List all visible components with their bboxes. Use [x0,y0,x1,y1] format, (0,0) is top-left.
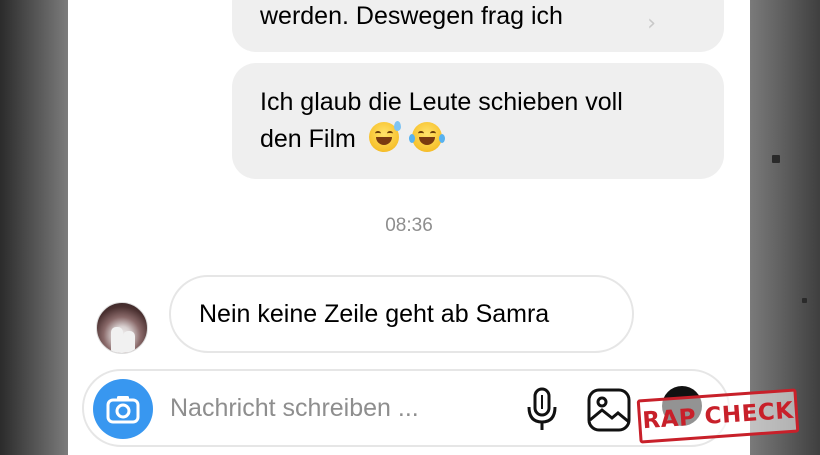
tears-of-joy-emoji [408,122,445,152]
background-speck [772,155,780,163]
message-timestamp: 08:36 [385,215,433,236]
sweat-smile-emoji [368,121,401,152]
message-text: werden. Deswegen frag ich [260,2,563,30]
camera-button[interactable] [93,379,153,439]
camera-icon [106,396,140,424]
background-right [750,0,820,455]
microphone-icon[interactable] [520,387,564,433]
message-bubble-incoming[interactable]: Nein keine Zeile geht ab Samra [169,275,634,353]
background-left [0,0,68,455]
message-text: Nein keine Zeile geht ab Samra [199,300,550,328]
message-text-line: Ich glaub die Leute schieben voll [260,88,623,116]
chevron-right-icon: › [647,11,656,36]
avatar[interactable] [96,302,148,354]
gallery-icon[interactable] [586,387,632,433]
background-speck [802,298,807,303]
message-input[interactable]: Nachricht schreiben ... [170,371,419,445]
message-composer: Nachricht schreiben ... [82,369,730,447]
message-bubble-outgoing[interactable]: werden. Deswegen frag ich › [232,0,724,52]
message-bubble-outgoing[interactable]: Ich glaub die Leute schieben voll den Fi… [232,63,724,179]
message-text-line: den Film [260,125,356,153]
chat-screen: werden. Deswegen frag ich › Ich glaub di… [68,0,750,455]
